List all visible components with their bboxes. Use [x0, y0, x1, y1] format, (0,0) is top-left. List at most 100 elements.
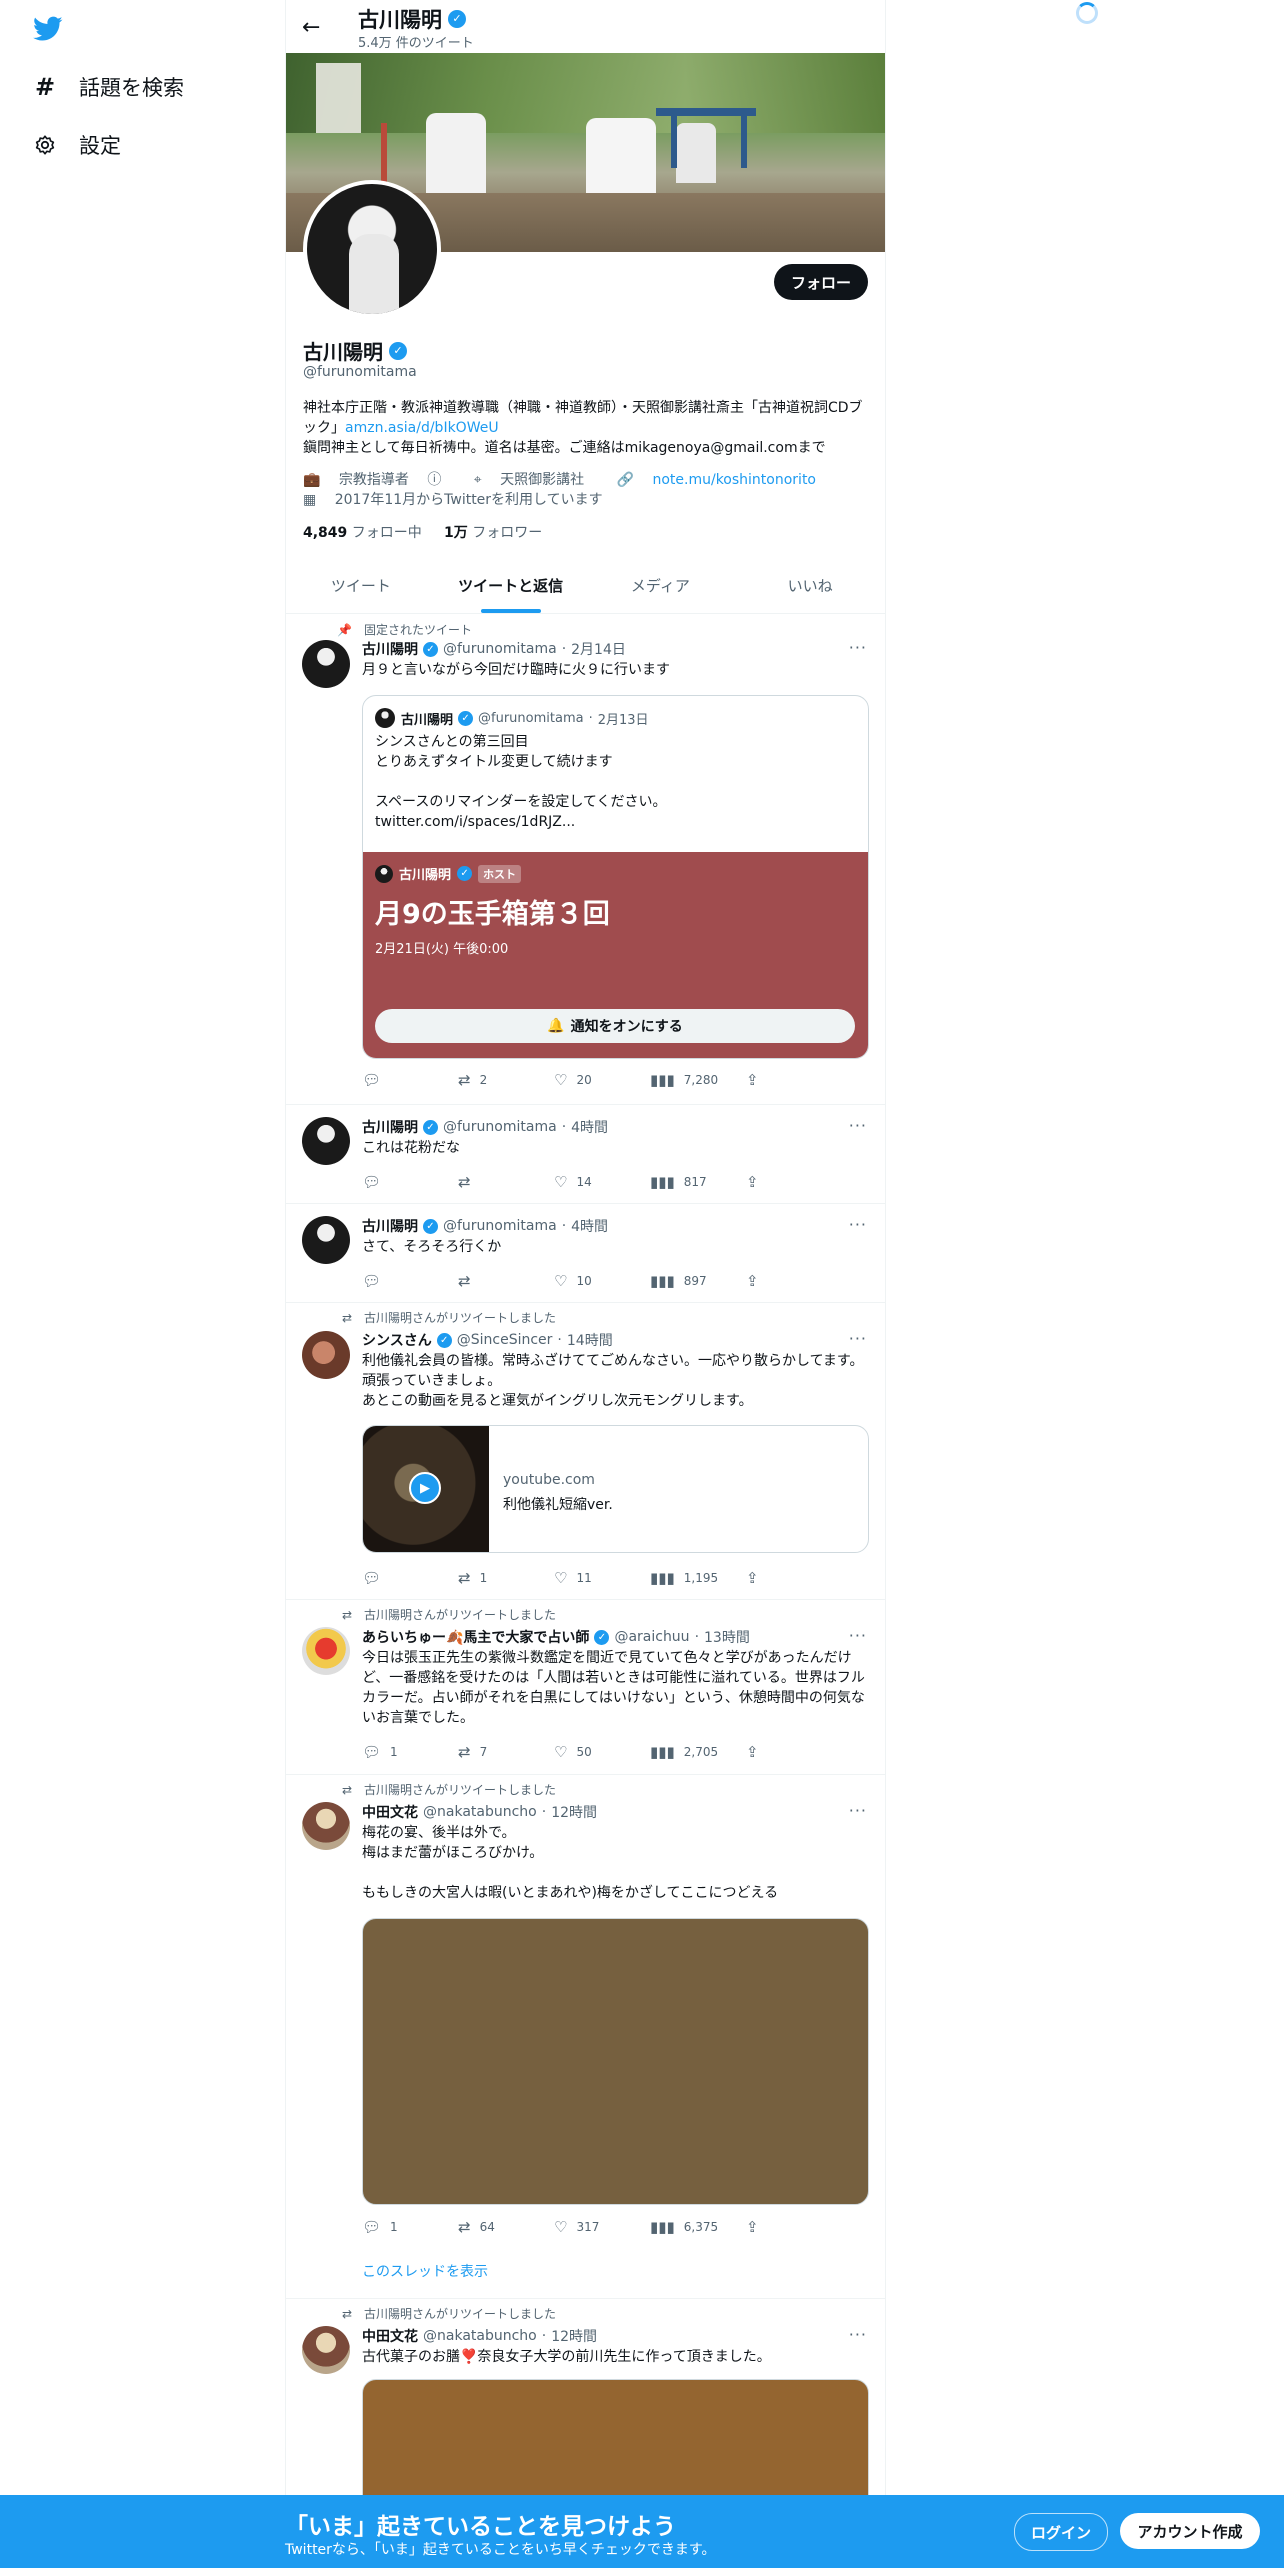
- like-button[interactable]: ♡ 10: [554, 1272, 650, 1290]
- reply-button[interactable]: 💬︎: [362, 1071, 458, 1089]
- tab-likes[interactable]: いいね: [735, 560, 885, 613]
- tweet[interactable]: ⇄ 古川陽明さんがリツイートしました あらいちゅー🍂馬主で大家で占い師 ✓ @ara…: [286, 1600, 885, 1775]
- reply-button[interactable]: 💬︎: [362, 1173, 458, 1191]
- like-button[interactable]: ♡ 11: [554, 1569, 650, 1587]
- more-options-icon[interactable]: ···: [849, 1329, 867, 1348]
- quoted-tweet[interactable]: 古川陽明 ✓ @furunomitama · 2月13日 シンスさんとの第三回目 とり…: [362, 695, 869, 1059]
- tweet-image[interactable]: [362, 1918, 869, 2205]
- reply-button[interactable]: 💬︎ 1: [362, 1743, 458, 1761]
- link-icon: 🔗: [616, 472, 635, 488]
- retweet-icon: ⇄: [341, 2306, 352, 2321]
- space-host: 古川陽明 ✓ ホスト: [375, 864, 522, 883]
- share-button[interactable]: ⇪: [746, 1071, 776, 1089]
- like-button[interactable]: ♡ 14: [554, 1173, 650, 1191]
- bell-plus-icon: 🔔: [547, 1018, 565, 1034]
- bio-link[interactable]: amzn.asia/d/bIkOWeU: [345, 420, 499, 436]
- more-options-icon[interactable]: ···: [849, 1215, 867, 1234]
- play-icon[interactable]: ▶: [409, 1472, 441, 1504]
- share-button[interactable]: ⇪: [746, 1272, 776, 1290]
- tab-tweets[interactable]: ツイート: [286, 560, 436, 613]
- location-pin-icon: ⌖: [473, 472, 482, 488]
- views-button[interactable]: ▮▮▮ 817: [650, 1173, 746, 1191]
- like-button[interactable]: ♡ 317: [554, 2218, 650, 2236]
- profile-avatar[interactable]: [303, 180, 441, 318]
- avatar[interactable]: [302, 640, 350, 688]
- space-date: 2月21日(火) 午後0:00: [375, 942, 509, 957]
- avatar[interactable]: [302, 1627, 350, 1675]
- share-button[interactable]: ⇪: [746, 1569, 776, 1587]
- share-button[interactable]: ⇪: [746, 1743, 776, 1761]
- link-card[interactable]: ▶ youtube.com 利他儀礼短縮ver.: [362, 1425, 869, 1553]
- avatar[interactable]: [302, 2326, 350, 2374]
- reply-button[interactable]: 💬︎: [362, 1569, 458, 1587]
- like-button[interactable]: ♡ 50: [554, 1743, 650, 1761]
- twitter-logo-icon[interactable]: [33, 16, 63, 42]
- views-button[interactable]: ▮▮▮ 897: [650, 1272, 746, 1290]
- link-card-domain: youtube.com: [503, 1472, 595, 1488]
- retweet-button[interactable]: ⇄: [458, 1272, 554, 1290]
- share-icon: ⇪: [746, 1272, 759, 1290]
- profile-name: 古川陽明 ✓: [303, 336, 407, 365]
- follow-button[interactable]: フォロー: [774, 264, 868, 300]
- retweet-icon: ⇄: [458, 1173, 471, 1191]
- reply-icon: 💬︎: [362, 1743, 382, 1761]
- views-button[interactable]: ▮▮▮ 7,280: [650, 1071, 746, 1089]
- tweet-header: 古川陽明 ✓ @furunomitama · 2月14日: [362, 641, 626, 658]
- show-thread-link[interactable]: このスレッドを表示: [362, 2261, 488, 2281]
- avatar[interactable]: [302, 1117, 350, 1165]
- sidebar-item-explore[interactable]: # 話題を検索: [33, 72, 184, 102]
- more-options-icon[interactable]: ···: [849, 1626, 867, 1645]
- tweet-actions: 💬︎ ⇄ ♡ 10 ▮▮▮ 897 ⇪: [362, 1272, 782, 1290]
- verified-badge-icon: ✓: [389, 341, 407, 360]
- space-card[interactable]: 古川陽明 ✓ ホスト 月9の玉手箱第３回 2月21日(火) 午後0:00 🔔 通…: [363, 852, 868, 1058]
- retweet-button[interactable]: ⇄ 2: [458, 1071, 554, 1089]
- views-icon: ▮▮▮: [650, 1743, 675, 1761]
- tweet[interactable]: 📌 固定されたツイート 古川陽明 ✓ @furunomitama · 2月14日 ··…: [286, 614, 885, 1105]
- tweet-text: 利他儀礼会員の皆様。常時ふざけててごめんなさい。一応やり散らかしてます。頑張って…: [362, 1353, 864, 1409]
- tweet-text: これは花粉だな: [362, 1140, 460, 1156]
- avatar[interactable]: [302, 1802, 350, 1850]
- following-link[interactable]: 4,849 フォロー中: [303, 525, 422, 541]
- tweet[interactable]: ⇄ 古川陽明さんがリツイートしました シンスさん ✓ @SinceSincer · 14…: [286, 1303, 885, 1600]
- verified-badge-icon: ✓: [423, 1218, 438, 1234]
- reply-button[interactable]: 💬︎ 1: [362, 2218, 458, 2236]
- tweet-actions: 💬︎ ⇄ ♡ 14 ▮▮▮ 817 ⇪: [362, 1173, 782, 1191]
- tab-tweets-and-replies[interactable]: ツイートと返信: [436, 560, 586, 613]
- views-button[interactable]: ▮▮▮ 1,195: [650, 1569, 746, 1587]
- notify-button[interactable]: 🔔 通知をオンにする: [375, 1009, 855, 1043]
- verified-badge-icon: ✓: [458, 711, 474, 726]
- profile-tabs: ツイート ツイートと返信 メディア いいね: [286, 560, 885, 614]
- sidebar-item-settings[interactable]: 設定: [33, 130, 121, 160]
- heart-icon: ♡: [554, 1743, 568, 1761]
- tab-media[interactable]: メディア: [586, 560, 736, 613]
- views-button[interactable]: ▮▮▮ 6,375: [650, 2218, 746, 2236]
- avatar[interactable]: [302, 1216, 350, 1264]
- followers-link[interactable]: 1万 フォロワー: [444, 525, 542, 541]
- reply-button[interactable]: 💬︎: [362, 1272, 458, 1290]
- heart-icon: ♡: [554, 1071, 568, 1089]
- tweet-header: 古川陽明 ✓ @furunomitama · 4時間: [362, 1119, 609, 1136]
- share-button[interactable]: ⇪: [746, 1173, 776, 1191]
- reply-icon: 💬︎: [362, 1173, 382, 1191]
- tweet[interactable]: 古川陽明 ✓ @furunomitama · 4時間 ··· これは花粉だな 💬︎ ⇄…: [286, 1105, 885, 1204]
- share-button[interactable]: ⇪: [746, 2218, 776, 2236]
- more-options-icon[interactable]: ···: [849, 1801, 867, 1820]
- tweet-header: 古川陽明 ✓ @furunomitama · 4時間: [362, 1218, 609, 1235]
- signup-button[interactable]: アカウント作成: [1120, 2513, 1260, 2549]
- retweet-button[interactable]: ⇄: [458, 1173, 554, 1191]
- login-button[interactable]: ログイン: [1014, 2513, 1108, 2551]
- retweet-button[interactable]: ⇄ 7: [458, 1743, 554, 1761]
- info-icon[interactable]: ⓘ: [427, 472, 441, 488]
- gear-icon: [33, 133, 57, 157]
- more-options-icon[interactable]: ···: [849, 2325, 867, 2344]
- tweet[interactable]: ⇄ 古川陽明さんがリツイートしました 中田文花 @nakatabuncho · 12時…: [286, 1775, 885, 2299]
- more-options-icon[interactable]: ···: [849, 1116, 867, 1135]
- tweet[interactable]: 古川陽明 ✓ @furunomitama · 4時間 ··· さて、そろそろ行くか 💬…: [286, 1204, 885, 1303]
- avatar[interactable]: [302, 1331, 350, 1379]
- like-button[interactable]: ♡ 20: [554, 1071, 650, 1089]
- retweet-button[interactable]: ⇄ 1: [458, 1569, 554, 1587]
- back-arrow-icon[interactable]: ←: [302, 15, 320, 40]
- views-button[interactable]: ▮▮▮ 2,705: [650, 1743, 746, 1761]
- more-options-icon[interactable]: ···: [849, 638, 867, 657]
- retweet-button[interactable]: ⇄ 64: [458, 2218, 554, 2236]
